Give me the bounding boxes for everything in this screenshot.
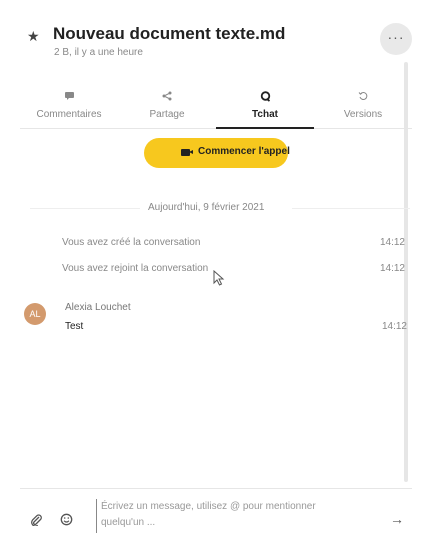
tab-versions[interactable]: Versions [314,88,412,128]
file-title: Nouveau document texte.md [53,24,286,43]
file-header: ★ Nouveau document texte.md 2 B, il y a … [0,0,426,80]
tab-share[interactable]: Partage [118,88,216,128]
paperclip-icon[interactable] [30,514,42,526]
history-icon [314,90,412,102]
message-text: Test [65,321,84,332]
message-time: 14:12 [379,237,405,248]
share-icon [118,90,216,102]
placeholder-line: Écrivez un message, utilisez @ pour ment… [101,501,316,512]
comment-icon [20,90,118,102]
avatar[interactable]: AL [24,303,46,325]
message-input[interactable]: Écrivez un message, utilisez @ pour ment… [96,499,381,533]
mouse-cursor-icon [213,270,225,286]
tab-chat[interactable]: Tchat [216,88,314,129]
more-actions-button[interactable]: ··· [380,23,412,55]
tab-label: Tchat [252,109,278,120]
chat-icon [216,90,314,102]
placeholder-line: quelqu'un ... [101,517,156,528]
message-time: 14:12 [381,321,407,332]
system-message: Vous avez créé la conversation 14:12 [62,237,407,253]
system-message-text: Vous avez rejoint la conversation [62,263,209,274]
star-icon[interactable]: ★ [27,28,40,45]
message-composer: Écrivez un message, utilisez @ pour ment… [20,488,412,538]
message-time: 14:12 [379,263,405,274]
divider [30,208,140,209]
system-message: Vous avez rejoint la conversation 14:12 [62,263,407,279]
start-call-button[interactable]: Commencer l'appel [144,138,290,168]
sidebar-panel: ★ Nouveau document texte.md 2 B, il y a … [0,0,416,537]
video-icon [181,149,193,156]
divider [292,208,410,209]
start-call-label: Commencer l'appel [198,146,290,157]
send-arrow-icon[interactable]: → [390,511,404,527]
date-separator: Aujourd'hui, 9 février 2021 [30,200,410,216]
message-author[interactable]: Alexia Louchet [65,302,131,313]
date-label: Aujourd'hui, 9 février 2021 [148,202,265,213]
emoji-icon[interactable] [60,513,73,526]
tab-bar: Commentaires Partage Tchat Versions [20,88,412,129]
tab-comments[interactable]: Commentaires [20,88,118,128]
tab-label: Partage [149,109,185,120]
tab-label: Versions [343,109,383,120]
file-subtitle: 2 B, il y a une heure [54,47,143,58]
chat-message: AL Alexia Louchet Test 14:12 [22,302,407,342]
tab-label: Commentaires [36,109,102,120]
system-message-text: Vous avez créé la conversation [62,237,201,248]
